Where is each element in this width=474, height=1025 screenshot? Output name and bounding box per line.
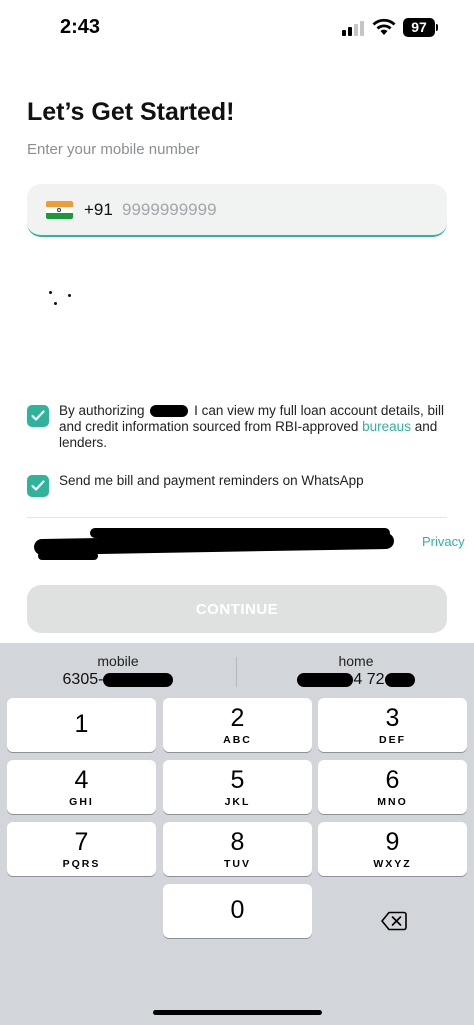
- key-7[interactable]: 7 PQRS: [7, 822, 156, 876]
- suggestion-mobile[interactable]: mobile 6305-: [0, 653, 236, 689]
- whatsapp-checkbox[interactable]: [27, 475, 49, 497]
- checkmark-icon: [31, 480, 45, 491]
- battery-tip: [436, 24, 438, 31]
- consent-text-start: By authorizing: [59, 403, 145, 418]
- redacted-terms: [38, 552, 98, 560]
- terms-text: Privacy: [30, 528, 465, 568]
- loading-spinner: [46, 288, 76, 308]
- backspace-icon: [381, 911, 407, 931]
- suggestion-value: 4 72: [238, 671, 474, 689]
- key-0[interactable]: 0: [163, 884, 312, 938]
- suggestion-divider: [236, 657, 237, 687]
- phone-input[interactable]: [122, 197, 422, 223]
- key-3[interactable]: 3 DEF: [318, 698, 467, 752]
- delete-key[interactable]: [318, 895, 467, 949]
- divider: [27, 517, 447, 518]
- key-9[interactable]: 9 WXYZ: [318, 822, 467, 876]
- key-5[interactable]: 5 JKL: [163, 760, 312, 814]
- suggestion-value: 6305-: [0, 671, 236, 689]
- signal-icon: [342, 20, 366, 36]
- page-subtitle: Enter your mobile number: [27, 141, 200, 158]
- phone-field[interactable]: +91: [27, 184, 447, 237]
- suggestion-label: home: [338, 653, 374, 669]
- key-1[interactable]: 1: [7, 698, 156, 752]
- key-2[interactable]: 2 ABC: [163, 698, 312, 752]
- suggestion-label: mobile: [97, 653, 139, 669]
- bureaus-link[interactable]: bureaus: [362, 419, 411, 434]
- page-title: Let’s Get Started!: [27, 98, 235, 126]
- continue-button[interactable]: CONTINUE: [27, 585, 447, 633]
- numeric-keyboard: mobile 6305- home 4 72 1 2 ABC 3 DEF 4 GHI …: [0, 643, 474, 1025]
- checkmark-icon: [31, 410, 45, 421]
- wifi-icon: [372, 18, 396, 35]
- privacy-link[interactable]: Privacy: [422, 534, 465, 549]
- status-bar: 2:43 97: [0, 0, 474, 56]
- india-flag-icon: [46, 201, 73, 219]
- whatsapp-consent-text: Send me bill and payment reminders on Wh…: [59, 473, 364, 488]
- home-indicator: [153, 1010, 322, 1015]
- key-6[interactable]: 6 MNO: [318, 760, 467, 814]
- country-code[interactable]: +91: [84, 200, 113, 220]
- suggestion-home[interactable]: home 4 72: [238, 653, 474, 689]
- redacted-terms: [90, 528, 390, 538]
- authorize-consent-text: By authorizing I can view my full loan a…: [59, 403, 444, 451]
- battery-icon: 97: [403, 18, 435, 37]
- status-time: 2:43: [60, 16, 101, 38]
- key-4[interactable]: 4 GHI: [7, 760, 156, 814]
- key-8[interactable]: 8 TUV: [163, 822, 312, 876]
- authorize-checkbox[interactable]: [27, 405, 49, 427]
- redacted-name: [150, 405, 189, 418]
